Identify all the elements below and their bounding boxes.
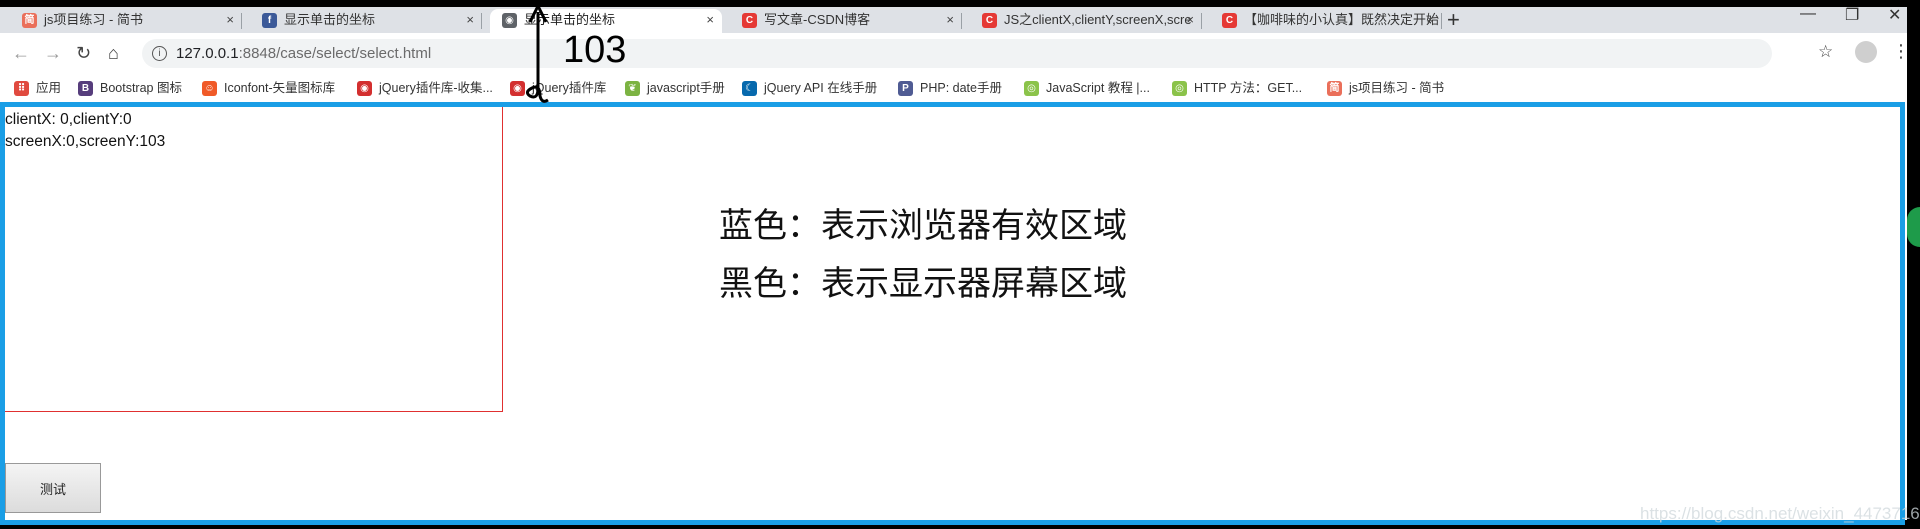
tab-title: js项目练习 - 简书 <box>44 12 143 27</box>
tab-favicon-icon: C <box>742 13 757 28</box>
tab-close-icon[interactable]: × <box>1426 9 1434 31</box>
browser-toolbar: ← → ↻ ⌂ i 127.0.0.1:8848/case/select/sel… <box>0 33 1910 75</box>
bookmark-favicon-icon: ◎ <box>1172 81 1187 96</box>
bookmark-favicon-icon: B <box>78 81 93 96</box>
tab-close-icon[interactable]: × <box>226 9 234 31</box>
address-bar[interactable]: i 127.0.0.1:8848/case/select/select.html <box>142 39 1772 68</box>
bookmark-item[interactable]: ◉ jQuery插件库-收集... <box>357 75 493 101</box>
tab-favicon-icon: f <box>262 13 277 28</box>
side-handle[interactable] <box>1907 207 1920 247</box>
bookmark-favicon-icon: ☺ <box>202 81 217 96</box>
site-info-icon[interactable]: i <box>152 46 167 61</box>
bookmark-favicon-icon: ◎ <box>1024 81 1039 96</box>
color-legend: 蓝色：表示浏览器有效区域 黑色：表示显示器屏幕区域 <box>719 197 1127 313</box>
bookmark-favicon-icon: ❦ <box>625 81 640 96</box>
tab-close-icon[interactable]: × <box>1186 9 1194 31</box>
bookmark-label: 应用 <box>36 81 62 95</box>
browser-window: 简 js项目练习 - 简书 × f 显示单击的坐标 × ◉ 显示单击的坐标 × C 写文章-CSDN… <box>0 5 1920 525</box>
legend-black: 黑色：表示显示器屏幕区域 <box>719 264 1127 304</box>
bookmark-favicon-icon: P <box>898 81 913 96</box>
bookmarks-bar: ⠿ 应用 B Bootstrap 图标 ☺ Iconfont-矢量图标库 ◉ jQuery插件… <box>0 75 1907 101</box>
url-path: :8848/case/select/select.html <box>238 45 432 62</box>
bookmark-item[interactable]: ❦ javascript手册 <box>625 75 725 101</box>
tab-separator <box>1441 13 1442 29</box>
bookmark-label: PHP: date手册 <box>920 81 1002 95</box>
tab-title: JS之clientX,clientY,screenX,scre <box>1004 12 1192 27</box>
bookmark-item[interactable]: P PHP: date手册 <box>898 75 1002 101</box>
bookmark-favicon-icon: ☾ <box>742 81 757 96</box>
tab-3[interactable]: C 写文章-CSDN博客 × <box>730 9 962 33</box>
back-icon[interactable]: ← <box>12 43 30 63</box>
bookmark-favicon-icon: 简 <box>1327 81 1342 96</box>
bookmark-item[interactable]: 简 js项目练习 - 简书 <box>1327 75 1444 101</box>
click-area-box[interactable]: clientX: 0,clientY:0 screenX:0,screenY:1… <box>5 107 503 412</box>
tab-favicon-icon: C <box>1222 13 1237 28</box>
bookmark-label: Bootstrap 图标 <box>100 81 182 95</box>
bookmark-label: js项目练习 - 简书 <box>1349 81 1445 95</box>
legend-blue: 蓝色：表示浏览器有效区域 <box>719 206 1127 246</box>
bookmark-item[interactable]: ◎ HTTP 方法：GET... <box>1172 75 1302 101</box>
bookmark-item[interactable]: ☺ Iconfont-矢量图标库 <box>202 75 335 101</box>
url-host: 127.0.0.1 <box>176 45 239 62</box>
browser-menu-icon[interactable]: ⋮ <box>1892 41 1910 62</box>
bookmark-item[interactable]: ⠿ 应用 <box>14 75 61 101</box>
forward-icon[interactable]: → <box>44 43 62 63</box>
tab-separator <box>1201 13 1202 29</box>
test-button[interactable]: 测试 <box>5 463 101 513</box>
bookmark-item[interactable]: ☾ jQuery API 在线手册 <box>742 75 877 101</box>
bookmark-label: Iconfont-矢量图标库 <box>224 81 336 95</box>
tab-close-icon[interactable]: × <box>706 9 714 31</box>
browser-viewport: clientX: 0,clientY:0 screenX:0,screenY:1… <box>0 102 1905 525</box>
tab-5[interactable]: C 【咖啡味的小认真】既然决定开始 × <box>1210 9 1442 33</box>
tab-4[interactable]: C JS之clientX,clientY,screenX,scre × <box>970 9 1202 33</box>
bookmark-label: javascript手册 <box>647 81 725 95</box>
bookmark-label: HTTP 方法：GET... <box>1194 81 1303 95</box>
home-icon[interactable]: ⌂ <box>108 43 119 63</box>
bookmark-item[interactable]: ◎ JavaScript 教程 |... <box>1024 75 1150 101</box>
tab-favicon-icon: 简 <box>22 13 37 28</box>
bookmark-label: JavaScript 教程 |... <box>1046 81 1150 95</box>
client-coords: clientX: 0,clientY:0 <box>5 111 132 128</box>
tab-title: 【咖啡味的小认真】既然决定开始 <box>1244 12 1440 27</box>
tab-title: 写文章-CSDN博客 <box>764 12 871 27</box>
bookmark-favicon-icon: ◉ <box>357 81 372 96</box>
tab-close-icon[interactable]: × <box>946 9 954 31</box>
bookmark-star-icon[interactable]: ☆ <box>1818 42 1833 62</box>
new-tab-button[interactable]: + <box>1447 7 1460 33</box>
maximize-icon[interactable]: ❐ <box>1845 5 1859 25</box>
tab-separator <box>961 13 962 29</box>
screen-coords: screenX:0,screenY:103 <box>5 133 166 150</box>
tab-1[interactable]: f 显示单击的坐标 × <box>250 9 482 33</box>
coordinate-readout: clientX: 0,clientY:0 screenX:0,screenY:1… <box>5 109 165 153</box>
tab-favicon-icon: C <box>982 13 997 28</box>
tab-separator <box>481 13 482 29</box>
annotation-value: 103 <box>563 29 627 71</box>
tab-close-icon[interactable]: × <box>466 9 474 31</box>
close-window-icon[interactable]: ✕ <box>1888 5 1901 25</box>
watermark: https://blog.csdn.net/weixin_44737162 <box>1640 504 1920 523</box>
reload-icon[interactable]: ↻ <box>76 43 91 63</box>
annotation-arrow-icon <box>525 5 549 103</box>
bookmark-label: jQuery API 在线手册 <box>764 81 878 95</box>
bookmark-item[interactable]: B Bootstrap 图标 <box>78 75 182 101</box>
tab-separator <box>241 13 242 29</box>
bookmark-label: jQuery插件库-收集... <box>379 81 493 95</box>
bookmark-favicon-icon: ⠿ <box>14 81 29 96</box>
minimize-icon[interactable]: — <box>1800 5 1816 23</box>
profile-avatar[interactable] <box>1855 41 1877 63</box>
tab-title: 显示单击的坐标 <box>284 12 376 27</box>
tab-strip: 简 js项目练习 - 简书 × f 显示单击的坐标 × ◉ 显示单击的坐标 × C 写文章-CSDN… <box>0 5 1907 33</box>
tab-0[interactable]: 简 js项目练习 - 简书 × <box>10 9 242 33</box>
